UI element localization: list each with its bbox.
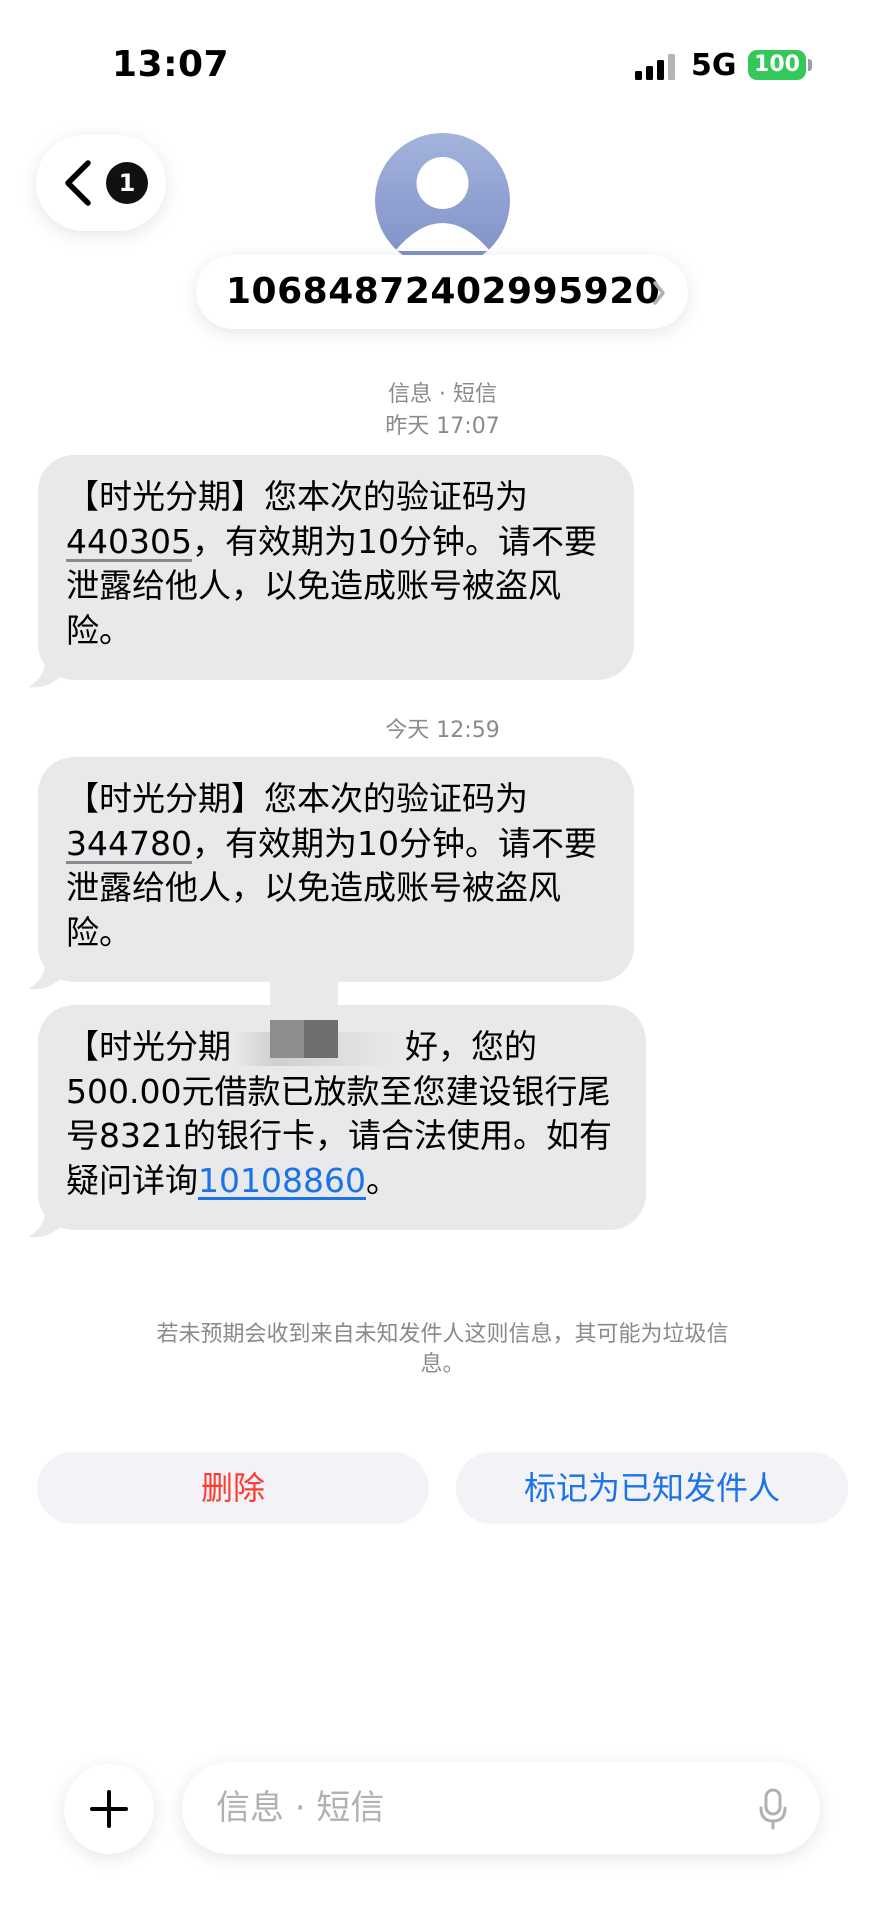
phone-link[interactable]: 10108860: [198, 1161, 366, 1200]
battery-level: 100: [754, 52, 800, 77]
microphone-icon[interactable]: [758, 1788, 788, 1830]
message-bubble[interactable]: 【时光分期】您本次的验证码为344780，有效期为10分钟。请不要泄露给他人，以…: [28, 757, 634, 990]
redaction-mosaic: [270, 980, 338, 1078]
bubble-tail: [28, 1206, 66, 1238]
chevron-right-icon: [653, 281, 665, 305]
signal-icon: [635, 54, 675, 80]
verification-code[interactable]: 344780: [66, 824, 192, 863]
timestamp: 昨天 17:07: [385, 414, 500, 439]
message-composer[interactable]: [182, 1762, 820, 1854]
message-input[interactable]: [216, 1762, 736, 1854]
message-text: 。: [365, 1160, 399, 1200]
status-time: 13:07: [112, 44, 230, 85]
unread-badge: 1: [106, 162, 148, 204]
message-text: 【时光分期: [66, 1027, 231, 1066]
spam-notice: 若未预期会收到来自未知发件人这则信息，其可能为垃圾信息。: [156, 1322, 729, 1377]
timestamp: 今天 12:59: [385, 718, 500, 743]
bubble-tail: [28, 958, 66, 990]
plus-icon: [90, 1790, 128, 1828]
network-label: 5G: [691, 48, 737, 83]
battery-tip: [808, 59, 812, 71]
sender-pill[interactable]: 10684872402995920: [196, 255, 688, 329]
verification-code[interactable]: 440305: [66, 522, 192, 561]
add-attachment-button[interactable]: [64, 1764, 154, 1854]
message-bubble[interactable]: 【时光分期 好，您的500.00元借款已放款至您建设银行尾号8321的银行卡，请合…: [28, 1005, 646, 1238]
contact-avatar-icon: [395, 157, 490, 251]
chevron-left-icon: [65, 160, 91, 206]
sender-number: 10684872402995920: [226, 271, 661, 312]
message-bubble[interactable]: 【时光分期】您本次的验证码为440305，有效期为10分钟。请不要泄露给他人，以…: [28, 455, 634, 688]
message-text: 【时光分期】您本次的验证码为: [66, 779, 528, 818]
battery-icon: 100: [748, 50, 806, 80]
delete-button[interactable]: 删除: [37, 1452, 429, 1524]
contact-avatar[interactable]: [375, 133, 510, 268]
bubble-tail: [28, 656, 66, 688]
back-button[interactable]: 1: [36, 135, 166, 231]
mark-known-sender-button[interactable]: 标记为已知发件人: [456, 1452, 848, 1524]
service-label: 信息 · 短信: [388, 382, 497, 407]
message-text: 【时光分期】您本次的验证码为: [66, 477, 528, 516]
